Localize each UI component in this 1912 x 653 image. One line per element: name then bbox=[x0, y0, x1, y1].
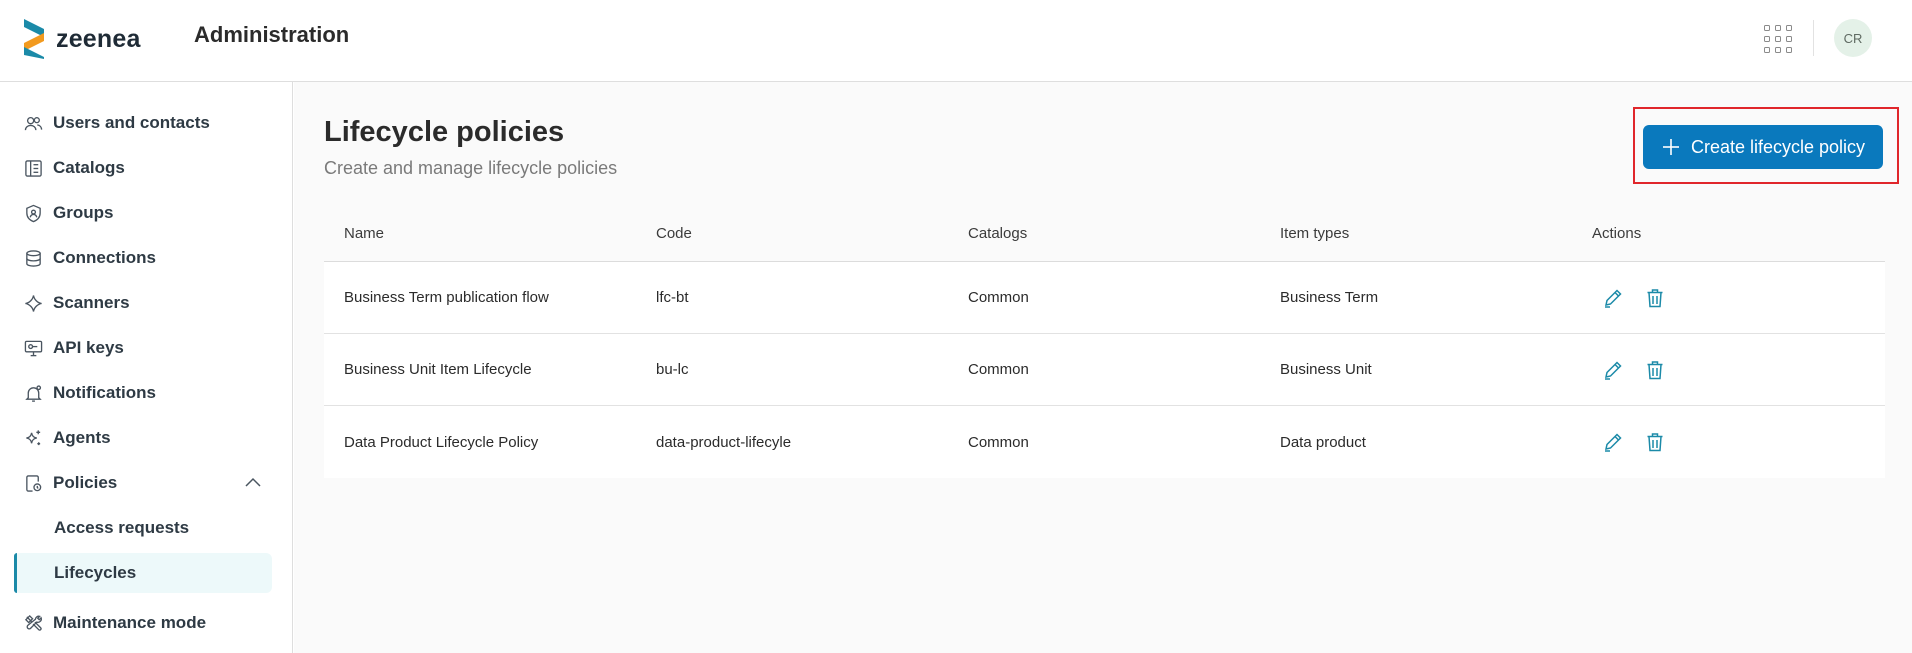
app-title: Administration bbox=[194, 22, 350, 47]
sidebar-item-agents[interactable]: Agents bbox=[14, 419, 274, 457]
column-header-actions: Actions bbox=[1592, 225, 1642, 242]
tools-icon bbox=[24, 614, 42, 631]
sparkle-icon bbox=[26, 429, 41, 445]
sidebar-item-access-requests[interactable]: Access requests bbox=[14, 508, 272, 548]
bell-icon bbox=[25, 384, 42, 402]
sidebar-item-catalogs[interactable]: Catalogs bbox=[14, 149, 274, 187]
page-subtitle: Create and manage lifecycle policies bbox=[324, 158, 618, 178]
cell-actions bbox=[1572, 357, 1885, 383]
cell-actions bbox=[1572, 285, 1885, 311]
sidebar-item-label: Groups bbox=[53, 203, 114, 222]
chevron-up-icon[interactable] bbox=[243, 473, 263, 493]
cell-item-types: Data product bbox=[1280, 433, 1366, 451]
cell-actions bbox=[1572, 429, 1885, 455]
trash-icon bbox=[1647, 288, 1663, 307]
cell-code: data-product-lifecyle bbox=[656, 433, 792, 451]
policy-icon bbox=[26, 474, 42, 492]
user-avatar[interactable]: CR bbox=[1834, 19, 1872, 57]
sidebar-item-label: Scanners bbox=[53, 293, 130, 312]
sidebar-item-users-and-contacts[interactable]: Users and contacts bbox=[14, 104, 274, 142]
zeenea-logo-icon bbox=[24, 19, 44, 59]
table-header: Name Code Catalogs Item types Actions bbox=[324, 206, 1885, 262]
main-content: Lifecycle policies Create and manage lif… bbox=[294, 82, 1912, 653]
trash-icon bbox=[1647, 433, 1663, 452]
database-icon bbox=[26, 249, 41, 267]
delete-button[interactable] bbox=[1642, 357, 1668, 383]
sidebar-item-label: Notifications bbox=[53, 383, 156, 402]
column-header-item-types[interactable]: Item types bbox=[1260, 225, 1572, 242]
delete-button[interactable] bbox=[1642, 285, 1668, 311]
create-lifecycle-policy-button[interactable]: Create lifecycle policy bbox=[1643, 125, 1883, 169]
column-header-code[interactable]: Code bbox=[636, 225, 948, 242]
sidebar-item-policies[interactable]: Policies bbox=[14, 464, 274, 502]
sidebar-item-label: Lifecycles bbox=[54, 563, 137, 582]
cell-code: bu-lc bbox=[656, 361, 689, 378]
zeenea-logo[interactable]: zeenea bbox=[22, 19, 141, 59]
column-header-catalogs[interactable]: Catalogs bbox=[948, 225, 1260, 242]
table-row[interactable]: Data Product Lifecycle Policy data-produ… bbox=[324, 406, 1885, 478]
sidebar-item-notifications[interactable]: Notifications bbox=[14, 374, 274, 412]
edit-button[interactable] bbox=[1600, 285, 1626, 311]
sidebar-item-label: Policies bbox=[53, 473, 118, 492]
sidebar-item-label: Agents bbox=[53, 428, 111, 447]
logo-text: zeenea bbox=[56, 24, 141, 53]
sidebar-item-maintenance-mode[interactable]: Maintenance mode bbox=[14, 604, 274, 642]
edit-button[interactable] bbox=[1600, 429, 1626, 455]
sidebar-item-groups[interactable]: Groups bbox=[14, 194, 274, 232]
delete-button[interactable] bbox=[1642, 429, 1668, 455]
cell-name: Business Unit Item Lifecycle bbox=[344, 361, 532, 378]
cell-item-types: Business Term bbox=[1280, 289, 1379, 306]
sidebar-item-label: Connections bbox=[53, 248, 156, 267]
lifecycle-policies-table: Name Code Catalogs Item types Actions Bu… bbox=[324, 206, 1885, 478]
sidebar-item-label: Maintenance mode bbox=[53, 613, 207, 632]
shield-group-icon bbox=[26, 204, 41, 222]
catalog-icon bbox=[25, 159, 42, 177]
cell-code: lfc-bt bbox=[656, 289, 689, 306]
sidebar-item-api-keys[interactable]: API keys bbox=[14, 329, 274, 367]
trash-icon bbox=[1647, 360, 1663, 379]
sidebar-item-label: API keys bbox=[53, 338, 124, 357]
cell-name: Business Term publication flow bbox=[344, 289, 549, 306]
column-header-name[interactable]: Name bbox=[324, 225, 636, 242]
sidebar-item-connections[interactable]: Connections bbox=[14, 239, 274, 277]
api-key-icon bbox=[24, 340, 43, 356]
cell-item-types: Business Unit bbox=[1280, 361, 1372, 378]
cell-catalogs: Common bbox=[968, 289, 1029, 306]
sidebar-item-lifecycles[interactable]: Lifecycles bbox=[14, 553, 272, 593]
users-icon bbox=[24, 116, 43, 130]
cell-name: Data Product Lifecycle Policy bbox=[344, 433, 539, 451]
sidebar: Users and contacts Catalogs Groups Conne… bbox=[0, 82, 293, 653]
scanner-icon bbox=[25, 294, 42, 312]
sidebar-item-label: Access requests bbox=[54, 518, 190, 537]
plus-icon bbox=[1662, 139, 1679, 155]
edit-button[interactable] bbox=[1600, 357, 1626, 383]
pencil-icon bbox=[1605, 288, 1622, 308]
sidebar-item-label: Users and contacts bbox=[53, 113, 210, 132]
top-bar: zeenea Administration CR bbox=[0, 0, 1912, 82]
create-button-label: Create lifecycle policy bbox=[1690, 136, 1866, 157]
table-row[interactable]: Business Unit Item Lifecycle bu-lc Commo… bbox=[324, 334, 1885, 406]
pencil-icon bbox=[1605, 360, 1622, 380]
cell-catalogs: Common bbox=[968, 433, 1029, 451]
grid-apps-icon[interactable] bbox=[1764, 25, 1792, 53]
pencil-icon bbox=[1605, 433, 1622, 452]
sidebar-item-label: Catalogs bbox=[53, 158, 125, 177]
table-row[interactable]: Business Term publication flow lfc-bt Co… bbox=[324, 262, 1885, 334]
page-title: Lifecycle policies bbox=[324, 116, 565, 148]
header-divider bbox=[1813, 20, 1814, 56]
cell-catalogs: Common bbox=[968, 361, 1029, 378]
sidebar-item-scanners[interactable]: Scanners bbox=[14, 284, 274, 322]
